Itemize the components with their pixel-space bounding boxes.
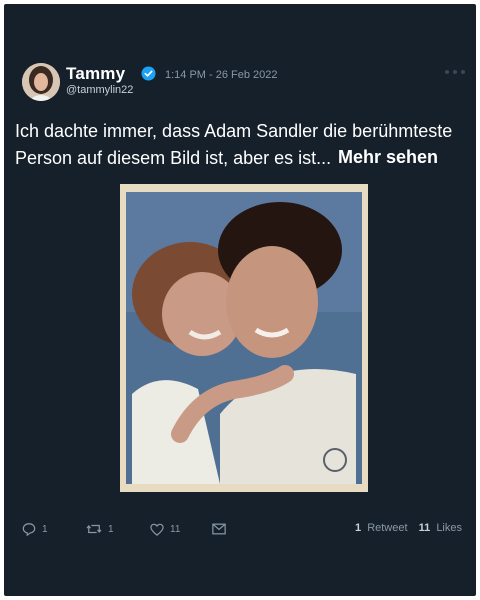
verified-badge-icon xyxy=(141,66,156,81)
like-action[interactable]: 11 xyxy=(150,519,180,539)
tweet-timestamp[interactable]: 1:14 PM - 26 Feb 2022 xyxy=(165,69,278,81)
like-icon[interactable] xyxy=(150,523,164,536)
more-options-icon[interactable] xyxy=(442,64,468,80)
retweet-count: 1 xyxy=(108,523,114,535)
tweet-card: Tammy @tammylin22 1:14 PM - 26 Feb 2022 … xyxy=(4,4,476,596)
like-count: 11 xyxy=(170,523,181,535)
retweet-icon[interactable] xyxy=(86,522,102,536)
avatar[interactable] xyxy=(22,63,60,101)
reply-count: 1 xyxy=(42,523,48,535)
author-name[interactable]: Tammy xyxy=(66,64,125,84)
share-mail-icon[interactable] xyxy=(212,523,226,535)
tweet-stats: 1 Retweet 11 Likes xyxy=(355,522,462,534)
see-more-link[interactable]: Mehr sehen xyxy=(338,147,438,168)
retweet-action[interactable]: 1 xyxy=(86,519,114,539)
retweets-value[interactable]: 1 xyxy=(355,522,361,534)
likes-value[interactable]: 11 xyxy=(419,522,431,534)
reply-icon[interactable] xyxy=(22,522,36,536)
reply-action[interactable]: 1 xyxy=(22,519,48,539)
likes-label[interactable]: Likes xyxy=(436,522,462,534)
tweet-photo[interactable] xyxy=(120,184,368,492)
retweets-label[interactable]: Retweet xyxy=(367,522,407,534)
share-action[interactable] xyxy=(212,519,226,539)
author-handle[interactable]: @tammylin22 xyxy=(66,84,133,96)
